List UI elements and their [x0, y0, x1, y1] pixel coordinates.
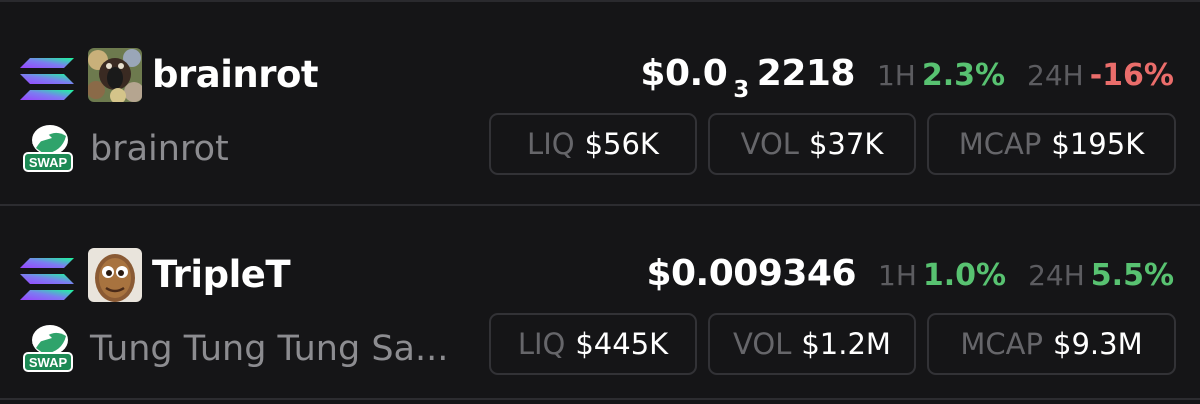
- change-24h-label: 24H: [1028, 259, 1085, 292]
- token-avatar: [88, 248, 142, 302]
- volume-value: $37K: [808, 127, 884, 161]
- change-1h-value: 2.3%: [921, 58, 1006, 93]
- change-24h-value: -16%: [1089, 58, 1174, 93]
- price-zero-count: 3: [733, 77, 749, 103]
- market-cap-stat: MCAP $195K: [927, 113, 1176, 175]
- volume-value: $1.2M: [801, 327, 891, 361]
- raydium-swap-icon: SWAP: [23, 325, 73, 372]
- change-1h-value: 1.0%: [922, 258, 1007, 293]
- change-24h-label: 24H: [1027, 59, 1084, 92]
- price-tail: 2218: [756, 53, 856, 94]
- token-row-triplet[interactable]: TripleT SWAP Tung Tung Tung Sa... $0.009…: [0, 206, 1200, 402]
- top-divider: [0, 0, 1200, 2]
- volume-stat: VOL $37K: [708, 113, 916, 175]
- token-symbol: TripleT: [152, 253, 291, 296]
- solana-icon: [20, 58, 74, 100]
- price-main: $0.0: [640, 53, 728, 94]
- change-24h-value: 5.5%: [1090, 258, 1174, 293]
- liquidity-stat: LIQ $445K: [489, 313, 697, 375]
- change-1h-label: 1H: [878, 259, 917, 292]
- token-price: $0.0 3 2218: [640, 46, 855, 106]
- raydium-swap-icon: SWAP: [23, 125, 73, 172]
- dex-badge-text: SWAP: [29, 355, 68, 370]
- market-cap-stat: MCAP $9.3M: [927, 313, 1176, 375]
- market-cap-label: MCAP: [960, 327, 1043, 361]
- row-divider: [0, 398, 1200, 400]
- dex-badge-text: SWAP: [29, 155, 68, 170]
- token-symbol: brainrot: [152, 53, 319, 96]
- market-cap-label: MCAP: [958, 127, 1042, 161]
- market-cap-value: $9.3M: [1053, 327, 1143, 361]
- liquidity-value: $445K: [575, 327, 669, 361]
- liquidity-label: LIQ: [527, 127, 575, 161]
- token-row-brainrot[interactable]: brainrot SWAP brainrot $0.0 3 2218 1H 2.…: [0, 6, 1200, 202]
- price-line: $0.0 3 2218 1H 2.3% 24H -16%: [640, 46, 1174, 106]
- liquidity-stat: LIQ $56K: [489, 113, 697, 175]
- solana-icon: [20, 258, 74, 300]
- volume-label: VOL: [740, 127, 799, 161]
- price-line: $0.009346 1H 1.0% 24H 5.5%: [646, 246, 1174, 304]
- volume-label: VOL: [733, 327, 792, 361]
- token-avatar: [88, 48, 142, 102]
- token-name: Tung Tung Tung Sa...: [90, 329, 449, 369]
- token-name: brainrot: [90, 129, 229, 169]
- change-1h-label: 1H: [876, 59, 916, 92]
- liquidity-value: $56K: [584, 127, 659, 161]
- volume-stat: VOL $1.2M: [708, 313, 916, 375]
- liquidity-label: LIQ: [517, 327, 566, 361]
- market-cap-value: $195K: [1051, 127, 1145, 161]
- token-price: $0.009346: [646, 253, 857, 294]
